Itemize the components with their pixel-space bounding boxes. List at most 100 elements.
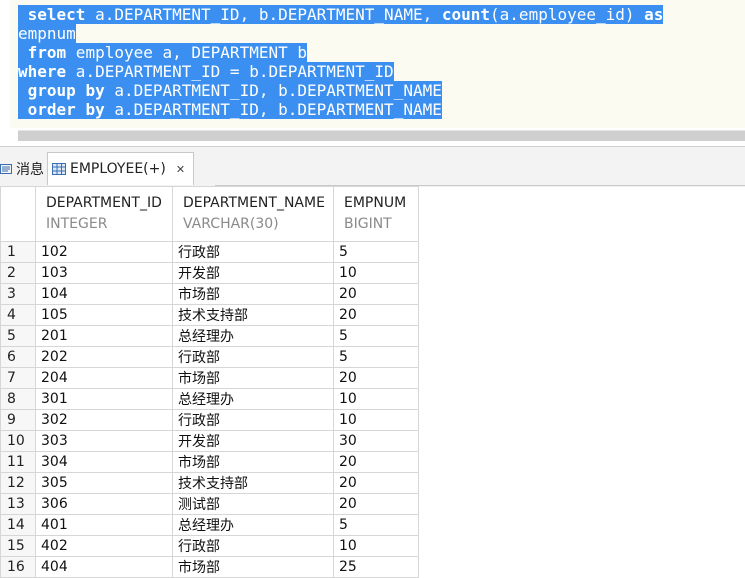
column-header-department-name[interactable]: DEPARTMENT_NAME VARCHAR(30) [172,186,334,242]
table-row[interactable]: 14 401 总经理办 5 [0,514,419,536]
grid-body: 1 102 行政部 5 2 103 开发部 10 3 104 市场部 20 4 105 技术支持部 20 5 20… [0,241,419,578]
table-cell[interactable]: 总经理办 [172,514,334,536]
table-cell[interactable]: 20 [333,451,419,473]
table-row[interactable]: 10 303 开发部 30 [0,430,419,452]
table-row[interactable]: 5 201 总经理办 5 [0,325,419,347]
table-cell[interactable]: 10 [333,535,419,557]
column-name: EMPNUM [344,195,407,211]
row-number: 16 [0,556,36,578]
editor-horizontal-scrollbar[interactable] [18,130,745,141]
table-cell[interactable]: 10 [333,388,419,410]
table-cell[interactable]: 5 [333,514,419,536]
table-cell[interactable]: 开发部 [172,262,334,284]
selected-text: from employee a, DEPARTMENT b [18,43,307,62]
table-cell[interactable]: 301 [35,388,173,410]
table-cell[interactable]: 303 [35,430,173,452]
table-cell[interactable]: 10 [333,262,419,284]
result-tabs: 消息 EMPLOYEE(+) ✕ [0,146,745,187]
sql-code[interactable]: select a.DEPARTMENT_ID, b.DEPARTMENT_NAM… [18,5,664,119]
table-cell[interactable]: 304 [35,451,173,473]
column-type: INTEGER [46,216,108,232]
table-cell[interactable]: 市场部 [172,283,334,305]
table-cell[interactable]: 行政部 [172,409,334,431]
column-header-department-id[interactable]: DEPARTMENT_ID INTEGER [35,186,173,242]
table-cell[interactable]: 103 [35,262,173,284]
table-cell[interactable]: 总经理办 [172,388,334,410]
tab-employee-result[interactable]: EMPLOYEE(+) ✕ [47,152,195,185]
sql-text: a.DEPARTMENT_ID, b.DEPARTMENT_NAME, [85,5,442,24]
table-cell[interactable]: 行政部 [172,346,334,368]
table-cell[interactable]: 行政部 [172,241,334,263]
table-row[interactable]: 13 306 测试部 20 [0,493,419,515]
table-row[interactable]: 4 105 技术支持部 20 [0,304,419,326]
close-icon[interactable]: ✕ [176,163,185,176]
table-cell[interactable]: 20 [333,367,419,389]
row-number: 11 [0,451,36,473]
column-header-empnum[interactable]: EMPNUM BIGINT [333,186,419,242]
selected-text: where a.DEPARTMENT_ID = b.DEPARTMENT_ID [18,62,394,81]
table-row[interactable]: 9 302 行政部 10 [0,409,419,431]
table-cell[interactable]: 402 [35,535,173,557]
table-row[interactable]: 1 102 行政部 5 [0,241,419,263]
table-cell[interactable]: 20 [333,472,419,494]
tab-messages[interactable]: 消息 [0,155,44,183]
table-cell[interactable]: 行政部 [172,535,334,557]
column-type: VARCHAR(30) [183,216,279,232]
sql-keyword: select [27,5,86,24]
row-number-header [0,186,36,242]
table-cell[interactable]: 20 [333,283,419,305]
table-cell[interactable]: 25 [333,556,419,578]
sql-line: empnum [18,24,663,43]
selected-text: group by a.DEPARTMENT_ID, b.DEPARTMENT_N… [18,81,442,100]
table-cell[interactable]: 105 [35,304,173,326]
table-cell[interactable]: 204 [35,367,173,389]
table-row[interactable]: 6 202 行政部 5 [0,346,419,368]
table-cell[interactable]: 市场部 [172,367,334,389]
table-cell[interactable]: 202 [35,346,173,368]
sql-editor[interactable]: select a.DEPARTMENT_ID, b.DEPARTMENT_NAM… [0,0,745,128]
table-row[interactable]: 15 402 行政部 10 [0,535,419,557]
table-row[interactable]: 7 204 市场部 20 [0,367,419,389]
table-cell[interactable]: 10 [333,409,419,431]
table-cell[interactable]: 市场部 [172,451,334,473]
table-cell[interactable]: 102 [35,241,173,263]
table-cell[interactable]: 20 [333,304,419,326]
sql-line: group by a.DEPARTMENT_ID, b.DEPARTMENT_N… [18,81,663,100]
table-cell[interactable]: 302 [35,409,173,431]
column-name: DEPARTMENT_NAME [183,195,325,211]
table-cell[interactable]: 测试部 [172,493,334,515]
sql-keyword: count [441,5,491,24]
table-cell[interactable]: 技术支持部 [172,472,334,494]
table-row[interactable]: 3 104 市场部 20 [0,283,419,305]
sql-text: empnum [18,24,76,43]
sql-text: a.DEPARTMENT_ID, b.DEPARTMENT_NAME [104,81,442,100]
table-cell[interactable]: 305 [35,472,173,494]
table-cell[interactable]: 401 [35,514,173,536]
table-cell[interactable]: 总经理办 [172,325,334,347]
grid-header-row: DEPARTMENT_ID INTEGER DEPARTMENT_NAME VA… [0,186,419,242]
table-cell[interactable]: 技术支持部 [172,304,334,326]
table-cell[interactable]: 30 [333,430,419,452]
table-cell[interactable]: 5 [333,325,419,347]
table-row[interactable]: 12 305 技术支持部 20 [0,472,419,494]
table-cell[interactable]: 20 [333,493,419,515]
table-row[interactable]: 2 103 开发部 10 [0,262,419,284]
tab-messages-label: 消息 [16,162,44,178]
table-row[interactable]: 16 404 市场部 25 [0,556,419,578]
table-cell[interactable]: 201 [35,325,173,347]
sql-text: (a.employee_id) [490,5,645,24]
table-cell[interactable]: 5 [333,241,419,263]
table-cell[interactable]: 404 [35,556,173,578]
row-number: 15 [0,535,36,557]
row-number: 13 [0,493,36,515]
row-number: 1 [0,241,36,263]
table-row[interactable]: 11 304 市场部 20 [0,451,419,473]
table-cell[interactable]: 市场部 [172,556,334,578]
table-cell[interactable]: 306 [35,493,173,515]
table-cell[interactable]: 104 [35,283,173,305]
table-cell[interactable]: 5 [333,346,419,368]
table-cell[interactable]: 开发部 [172,430,334,452]
sql-line: order by a.DEPARTMENT_ID, b.DEPARTMENT_N… [18,100,663,119]
table-row[interactable]: 8 301 总经理办 10 [0,388,419,410]
